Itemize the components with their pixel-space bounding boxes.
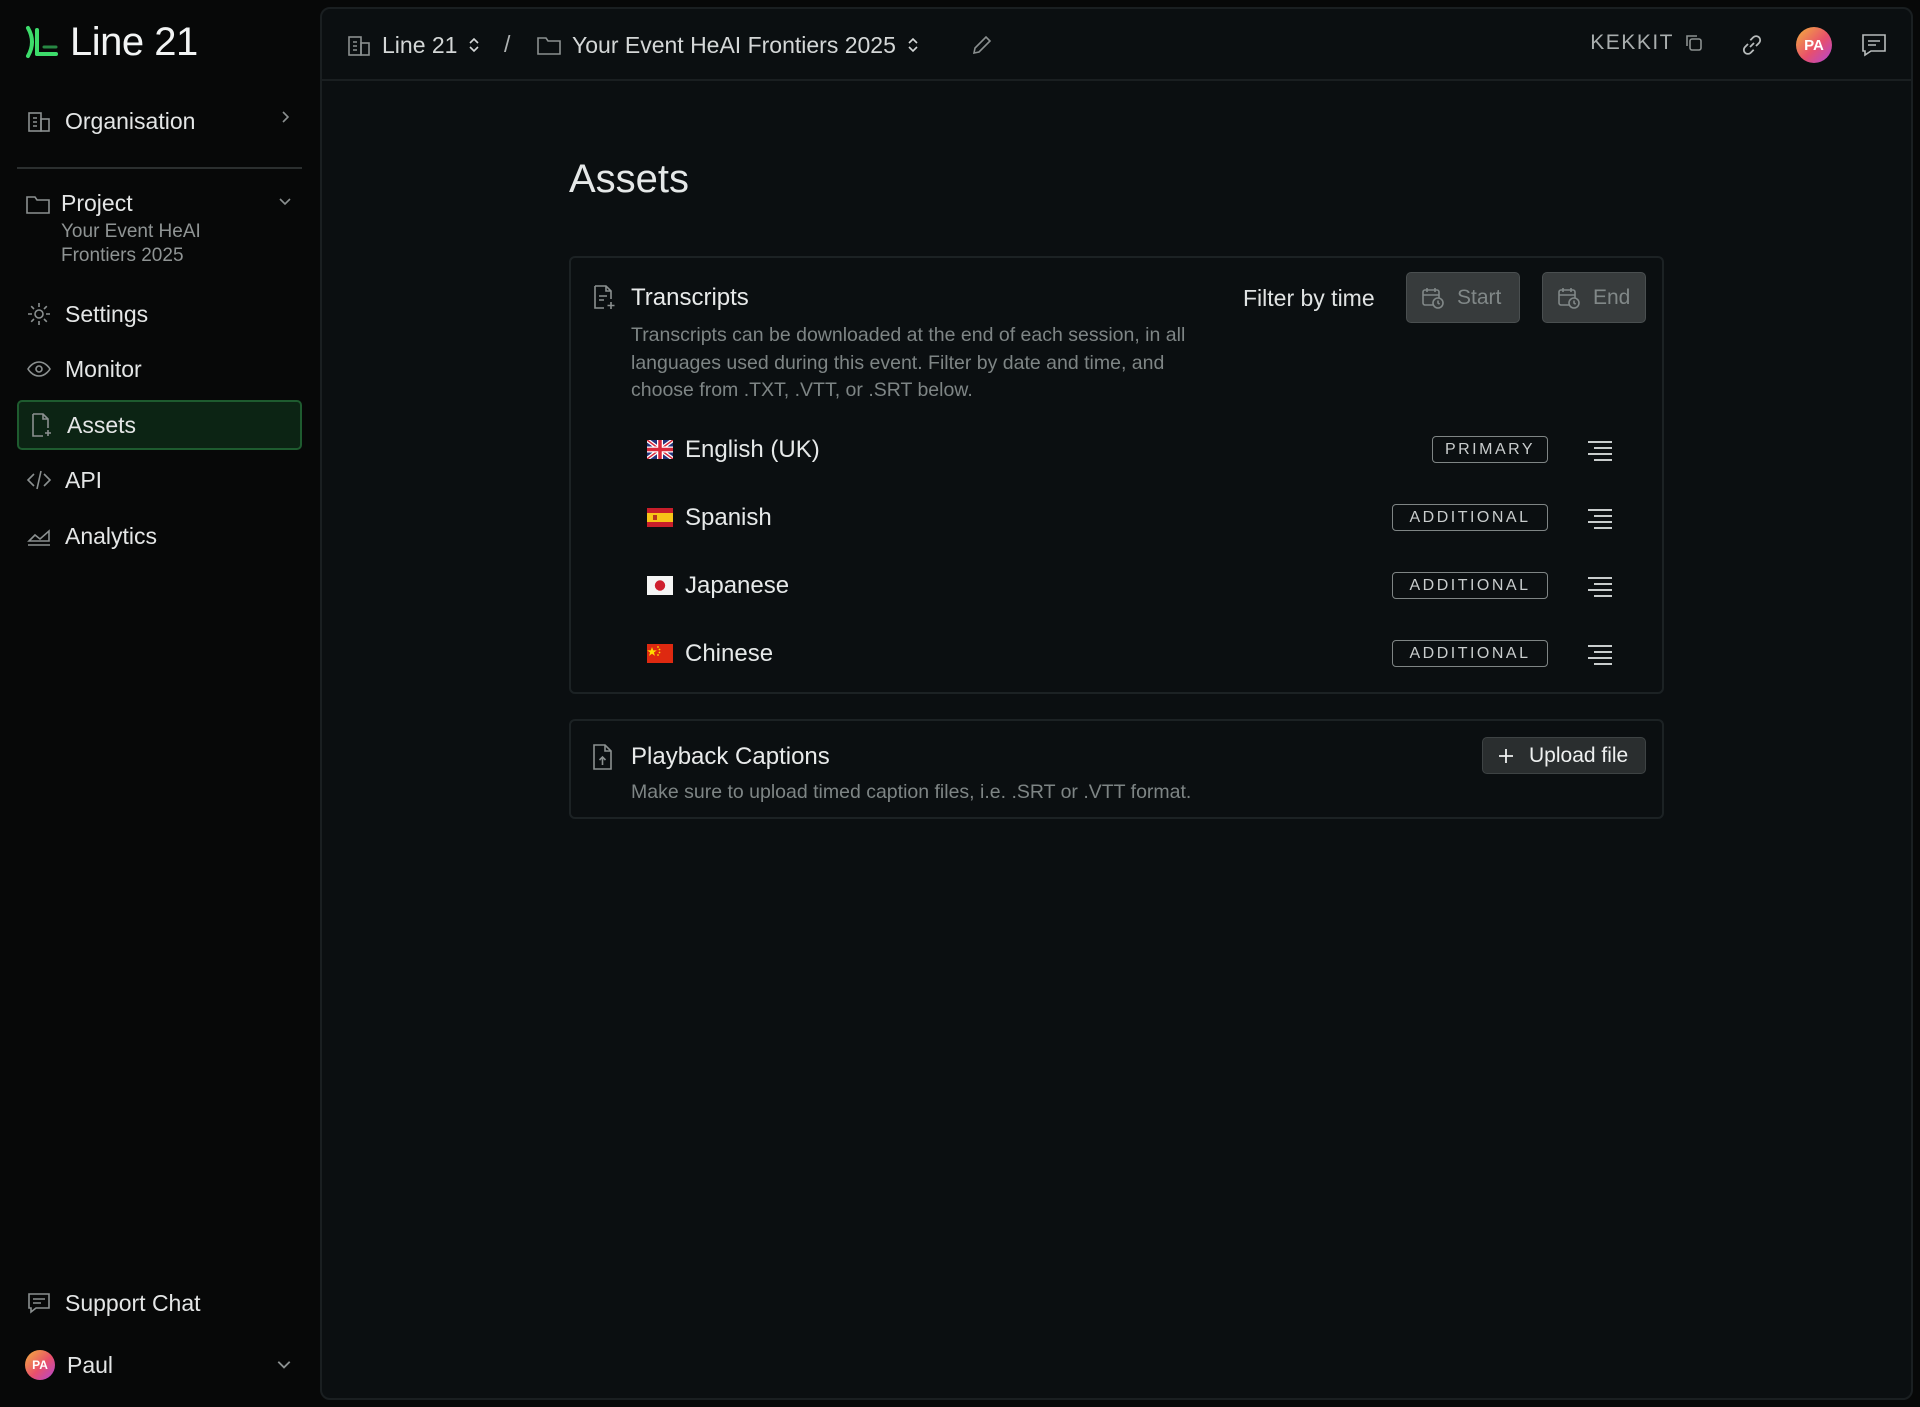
status-badge: PRIMARY [1432,436,1548,463]
feedback-chat-icon[interactable] [1860,31,1888,59]
plus-icon [1497,747,1515,765]
logo[interactable]: Line 21 [24,18,198,66]
download-menu-icon[interactable] [1586,438,1614,462]
filter-by-time-label: Filter by time [1243,285,1375,311]
building-icon [25,107,53,135]
transcripts-description: Transcripts can be downloaded at the end… [631,324,1186,401]
edit-pencil-icon[interactable] [970,33,994,57]
china-flag-icon [647,644,673,663]
file-sparkle-icon [27,411,55,439]
breadcrumb-separator: / [504,31,511,57]
breadcrumb-org[interactable]: Line 21 [346,29,481,61]
copy-icon [1684,33,1704,53]
breadcrumb-project-label: Your Event HeAI Frontiers 2025 [572,31,896,58]
spain-flag-icon [647,508,673,527]
sidebar-item-api[interactable]: API [17,455,302,505]
language-row-english: English (UK) PRIMARY [647,430,1647,470]
avatar[interactable]: PA [1796,27,1832,63]
start-time-button[interactable]: Start [1406,272,1520,323]
sidebar-item-settings[interactable]: Settings [17,289,302,339]
language-name: Japanese [685,572,790,599]
language-row-japanese: Japanese ADDITIONAL [647,566,1647,606]
eye-icon [25,355,53,383]
sidebar-item-project[interactable]: Project Your Event HeAI Frontiers 2025 [17,188,302,278]
chat-icon [25,1289,53,1317]
sidebar-item-label: Settings [65,300,149,327]
chart-area-icon [25,522,53,550]
code-icon [25,466,53,494]
language-name: English (UK) [685,436,820,463]
page-title: Assets [569,157,690,201]
upload-file-button[interactable]: Upload file [1482,737,1646,774]
sidebar: Line 21 Organisation Project Your Event … [0,0,318,1407]
language-row-chinese: Chinese ADDITIONAL [647,634,1647,674]
avatar: PA [25,1350,55,1380]
sidebar-item-label: Monitor [65,355,142,382]
chevron-right-icon [278,110,292,124]
status-badge: ADDITIONAL [1392,504,1548,531]
uk-flag-icon [647,440,673,459]
captions-description: Make sure to upload timed caption files,… [631,781,1192,803]
topbar: Line 21 / Your Event HeAI Frontiers 2025… [322,9,1911,81]
playback-captions-card: Playback Captions Make sure to upload ti… [569,719,1664,819]
folder-icon [536,33,562,57]
support-chat-button[interactable]: Support Chat [17,1278,302,1328]
breadcrumb-project[interactable]: Your Event HeAI Frontiers 2025 [536,29,920,61]
link-icon[interactable] [1738,31,1766,59]
calendar-clock-icon [1421,286,1445,310]
logo-text: Line 21 [70,19,198,64]
status-badge: ADDITIONAL [1392,640,1548,667]
main-panel: Line 21 / Your Event HeAI Frontiers 2025… [320,7,1913,1400]
language-row-spanish: Spanish ADDITIONAL [647,498,1647,538]
sidebar-item-label: Analytics [65,522,158,549]
folder-icon [25,192,51,216]
sidebar-item-label: Organisation [65,107,196,134]
end-time-label: End [1593,285,1631,309]
project-label: Project [61,190,133,216]
sidebar-divider [17,167,302,169]
japan-flag-icon [647,576,673,595]
transcripts-title: Transcripts [631,284,749,311]
download-menu-icon[interactable] [1586,574,1614,598]
sidebar-item-label: Assets [67,411,137,438]
calendar-clock-icon [1557,286,1581,310]
language-name: Spanish [685,504,772,531]
download-menu-icon[interactable] [1586,642,1614,666]
join-code-text: KEKKIT [1590,31,1674,54]
start-time-label: Start [1457,285,1502,309]
download-menu-icon[interactable] [1586,506,1614,530]
sidebar-item-assets[interactable]: Assets [17,400,302,450]
user-menu[interactable]: PA Paul [17,1340,302,1390]
gear-icon [25,300,53,328]
user-name: Paul [67,1351,114,1378]
file-sparkle-icon [591,284,617,312]
sidebar-item-label: API [65,466,103,493]
transcripts-card: Transcripts Transcripts can be downloade… [569,256,1664,694]
chevron-up-down-icon [467,36,481,54]
sidebar-item-monitor[interactable]: Monitor [17,344,302,394]
sidebar-item-analytics[interactable]: Analytics [17,511,302,561]
sidebar-item-organisation[interactable]: Organisation [17,96,302,146]
join-code[interactable]: KEKKIT [1590,31,1704,55]
language-name: Chinese [685,640,774,667]
chevron-down-icon [278,194,292,208]
end-time-button[interactable]: End [1542,272,1646,323]
support-chat-label: Support Chat [65,1289,201,1316]
status-badge: ADDITIONAL [1392,572,1548,599]
breadcrumb-org-label: Line 21 [382,31,458,58]
line21-logo-icon [26,26,58,58]
captions-title: Playback Captions [631,743,830,770]
chevron-up-down-icon [906,36,920,54]
file-upload-icon [591,743,615,771]
upload-file-label: Upload file [1529,743,1629,767]
building-icon [346,32,372,58]
chevron-down-icon [276,1356,292,1372]
project-name: Your Event HeAI Frontiers 2025 [61,221,201,266]
